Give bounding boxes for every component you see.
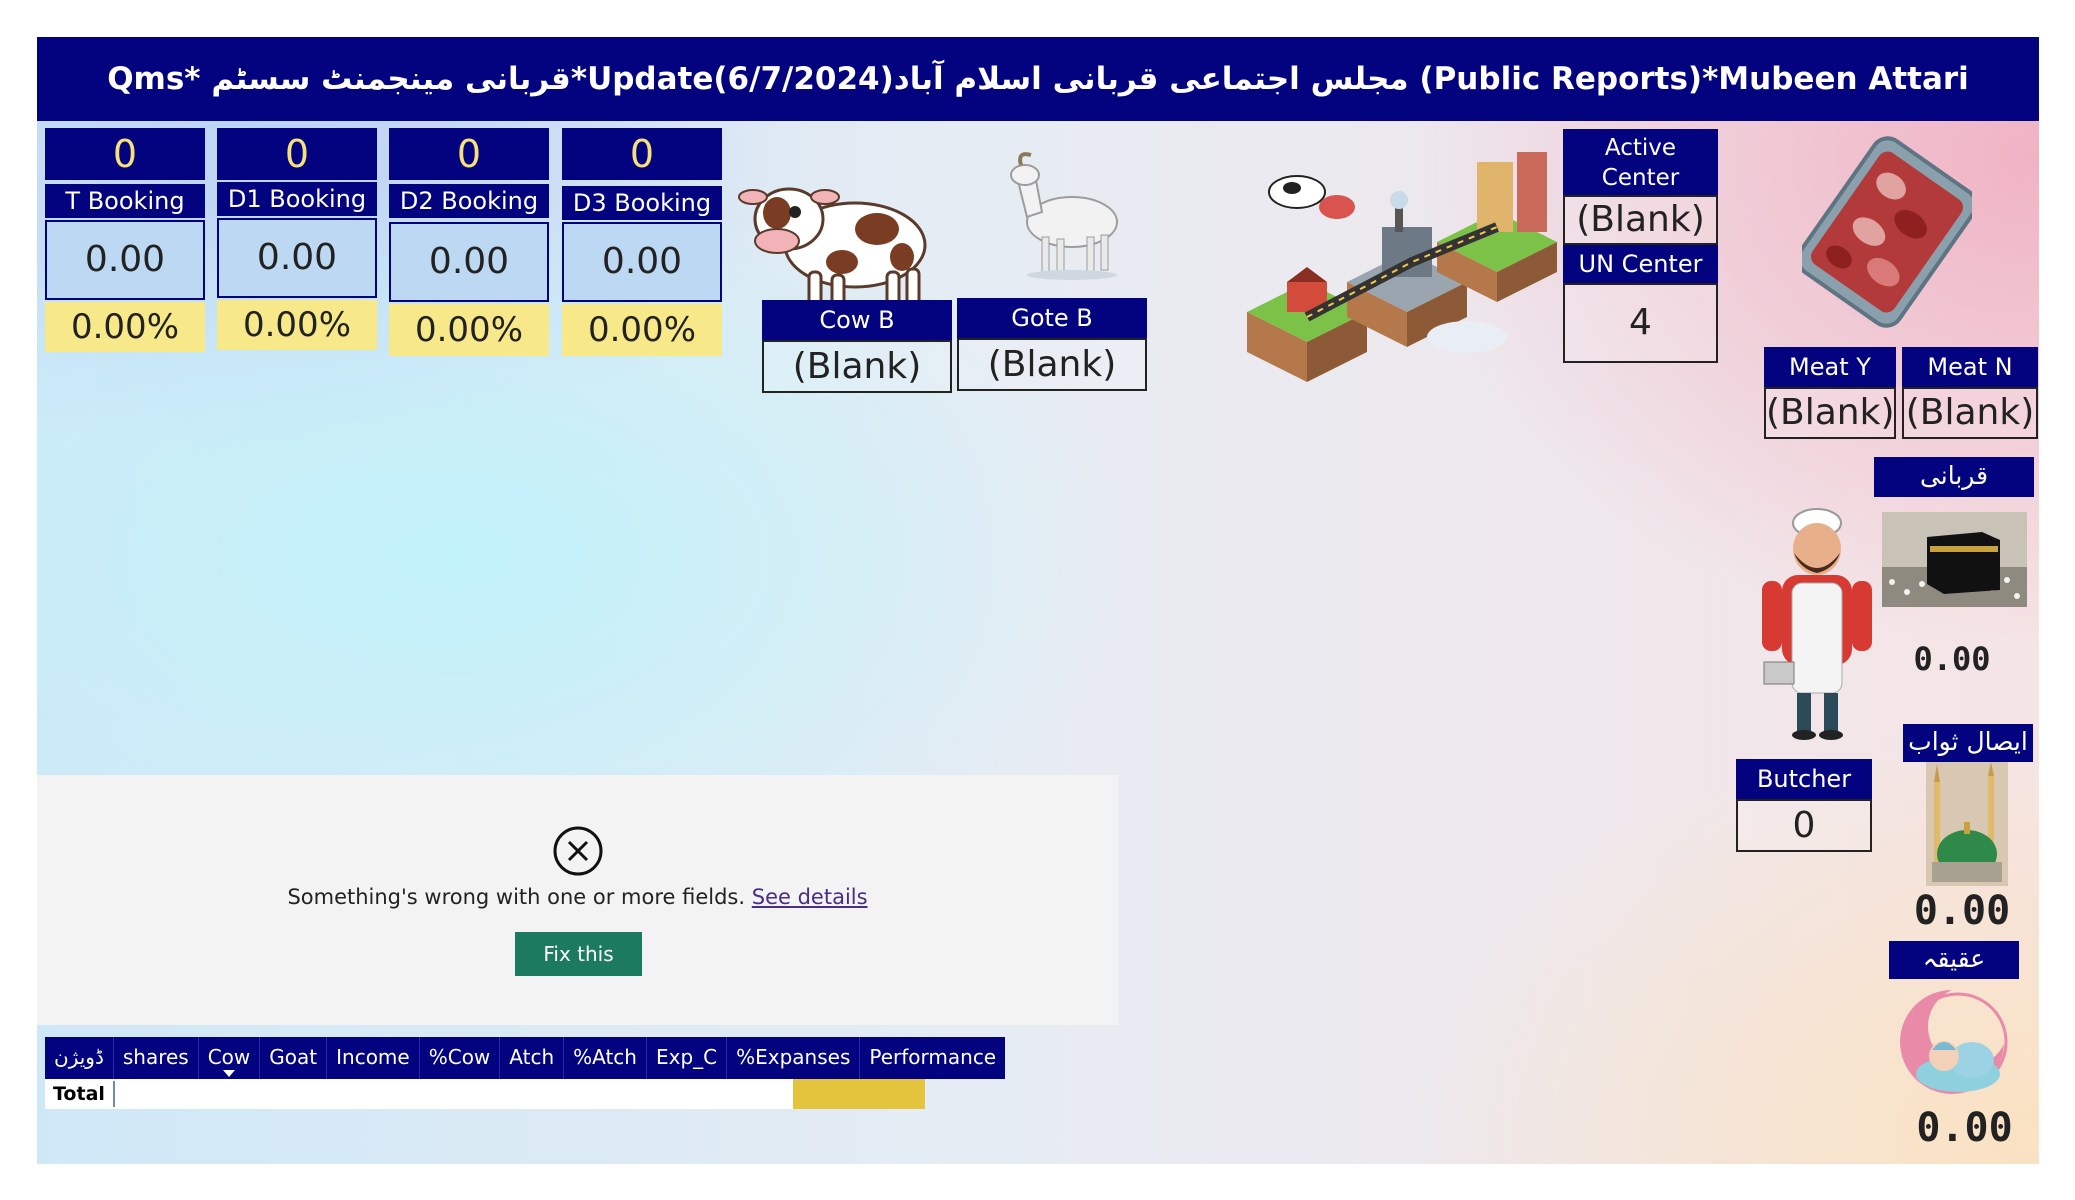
column-header-division[interactable]: ڈویژن — [45, 1037, 114, 1079]
supply-chain-illustration — [1247, 152, 1557, 382]
column-header-goat[interactable]: Goat — [260, 1037, 328, 1079]
close-circle-icon — [553, 826, 603, 876]
meat-n-label: Meat N — [1902, 347, 2038, 387]
qurbani-label: قربانی — [1874, 457, 2034, 497]
aqiqa-value: 0.00 — [1916, 1105, 2013, 1151]
report-title: Qms* قربانی مینجمنٹ سسٹم*Update(6/7/2024… — [37, 37, 2039, 121]
division-table: ڈویژن shares Cow Goat Income %Cow Atch %… — [45, 1037, 1006, 1109]
isal-sawab-value: 0.00 — [1913, 888, 2011, 934]
kpi-count: 0 — [217, 128, 377, 180]
cow-booking-label: Cow B — [762, 300, 952, 340]
goat-icon — [1010, 152, 1118, 280]
active-center-label: Active Center — [1563, 129, 1718, 195]
report-canvas: Qms* قربانی مینجمنٹ سسٹم*Update(6/7/2024… — [37, 37, 2039, 1164]
see-details-link[interactable]: See details — [752, 885, 868, 909]
butcher-label: Butcher — [1736, 759, 1872, 799]
isal-sawab-label: ایصال ثواب — [1903, 724, 2033, 762]
table-header-row: ڈویژن shares Cow Goat Income %Cow Atch %… — [45, 1037, 1006, 1079]
kaaba-icon — [1882, 512, 2027, 607]
error-message: Something's wrong with one or more field… — [287, 885, 746, 909]
column-header-shares[interactable]: shares — [114, 1037, 199, 1079]
column-header-atch[interactable]: Atch — [500, 1037, 565, 1079]
kpi-label: D1 Booking — [217, 182, 377, 216]
meat-n-value: (Blank) — [1902, 387, 2038, 439]
fix-this-button[interactable]: Fix this — [515, 932, 642, 976]
column-header-exp-c[interactable]: Exp_C — [647, 1037, 728, 1079]
column-header-pct-cow[interactable]: %Cow — [420, 1037, 501, 1079]
active-center-value: (Blank) — [1563, 195, 1718, 245]
column-header-performance[interactable]: Performance — [860, 1037, 1005, 1079]
un-center-value: 4 — [1563, 283, 1718, 363]
kpi-percent: 0.00% — [562, 304, 722, 356]
column-header-income[interactable]: Income — [327, 1037, 420, 1079]
butcher-icon — [1762, 508, 1872, 740]
meat-y-value: (Blank) — [1764, 387, 1896, 439]
kpi-value: 0.00 — [217, 218, 377, 298]
sort-descending-icon — [223, 1070, 235, 1077]
column-header-cow[interactable]: Cow — [199, 1037, 261, 1079]
kpi-count: 0 — [562, 128, 722, 180]
kpi-label: D2 Booking — [389, 184, 549, 218]
kpi-count: 0 — [45, 128, 205, 180]
meat-y-label: Meat Y — [1764, 347, 1896, 387]
kpi-percent: 0.00% — [45, 302, 205, 352]
error-message-line: Something's wrong with one or more field… — [37, 885, 1118, 909]
performance-total-bar — [793, 1079, 925, 1109]
goat-booking-label: Gote B — [957, 298, 1147, 338]
kpi-label: T Booking — [45, 184, 205, 218]
column-header-pct-expanses[interactable]: %Expanses — [727, 1037, 861, 1079]
total-label: Total — [53, 1083, 105, 1105]
green-dome-icon — [1926, 762, 2008, 886]
baby-moon-icon — [1900, 990, 2008, 1094]
column-header-pct-atch[interactable]: %Atch — [564, 1037, 647, 1079]
column-header-cow-label: Cow — [207, 1045, 251, 1069]
kpi-percent: 0.00% — [217, 300, 377, 350]
butcher-value: 0 — [1736, 799, 1872, 852]
kpi-label: D3 Booking — [562, 186, 722, 220]
kpi-value: 0.00 — [562, 222, 722, 302]
kpi-value: 0.00 — [389, 222, 549, 302]
meat-tray-icon — [1802, 136, 1972, 328]
kpi-percent: 0.00% — [389, 304, 549, 356]
total-cell-divider — [113, 1081, 115, 1107]
qurbani-value: 0.00 — [1913, 640, 1991, 678]
visual-error-panel: Something's wrong with one or more field… — [37, 775, 1118, 1025]
kpi-count: 0 — [389, 128, 549, 180]
goat-booking-value: (Blank) — [957, 338, 1147, 391]
aqiqa-label: عقیقہ — [1889, 941, 2019, 979]
cow-booking-value: (Blank) — [762, 340, 952, 393]
table-total-row: Total — [45, 1079, 925, 1109]
un-center-label: UN Center — [1563, 245, 1718, 283]
kpi-value: 0.00 — [45, 220, 205, 300]
